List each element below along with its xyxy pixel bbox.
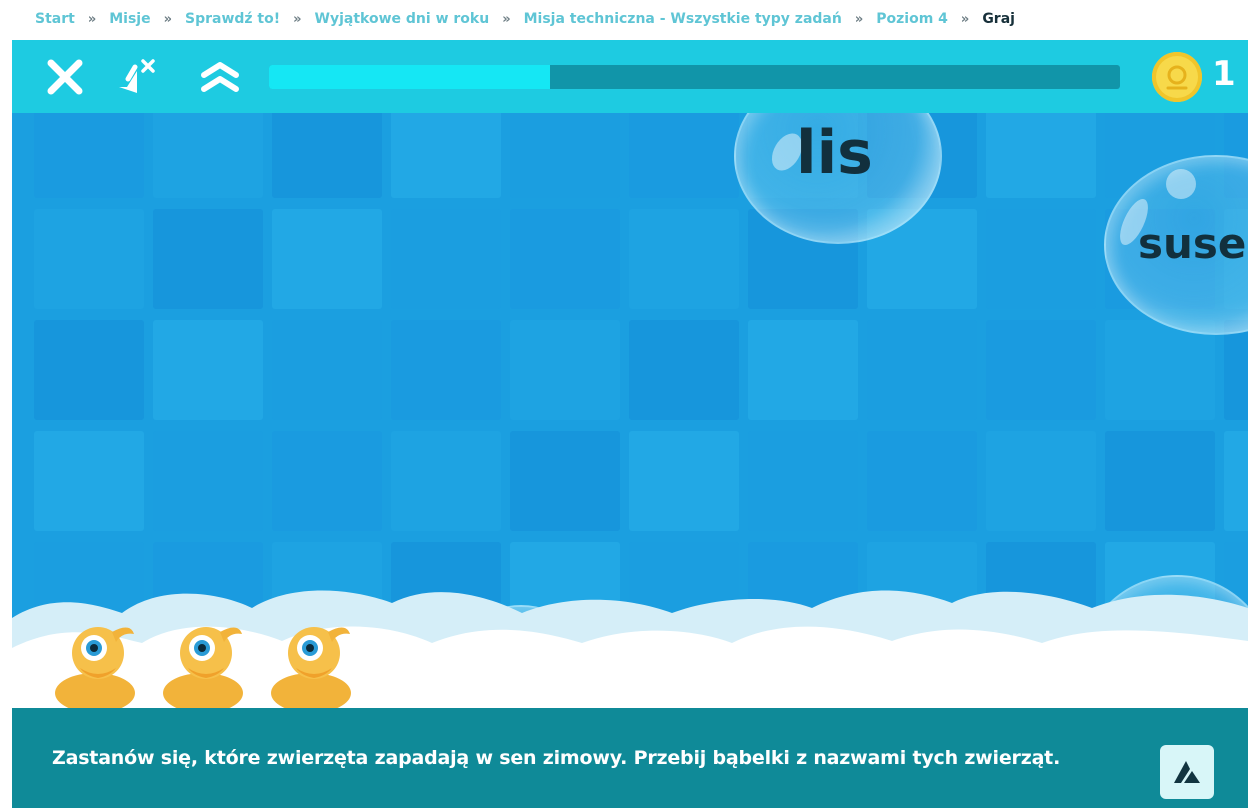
grid-tile — [867, 653, 977, 708]
breadcrumb-separator: » — [293, 11, 302, 27]
grid-tile — [1224, 320, 1248, 420]
grid-tile — [986, 113, 1096, 198]
breadcrumb-link-start[interactable]: Start — [35, 11, 75, 27]
grid-tile — [986, 542, 1096, 642]
grid-tile — [986, 431, 1096, 531]
progress-fill — [269, 65, 550, 89]
grid-tile — [391, 431, 501, 531]
breadcrumb-separator: » — [502, 11, 511, 27]
coin-count: 1 — [1212, 54, 1236, 94]
hint-icon — [1174, 761, 1200, 783]
grid-tile — [272, 431, 382, 531]
grid-tile — [272, 320, 382, 420]
grid-tile — [867, 320, 977, 420]
grid-tile — [629, 431, 739, 531]
coin-emblem-icon — [1166, 65, 1188, 90]
grid-tile — [34, 209, 144, 309]
instructions-bar: Zastanów się, które zwierzęta zapadają w… — [12, 708, 1248, 808]
breadcrumb: Start » Misje » Sprawdź to! » Wyjątkowe … — [0, 0, 1248, 38]
breadcrumb-link-missions[interactable]: Misje — [109, 11, 150, 27]
close-button[interactable] — [42, 54, 88, 100]
bubble-shine — [1166, 169, 1196, 199]
bubble-shine — [1152, 597, 1176, 621]
bubble-word: lis — [796, 118, 873, 188]
grid-tile — [986, 209, 1096, 309]
grid-tile — [1105, 431, 1215, 531]
game-toolbar: 1 — [12, 40, 1248, 113]
game-area: 1 lis suse Zastanów się, które zwierzęta… — [12, 40, 1248, 808]
breadcrumb-separator: » — [960, 11, 970, 27]
chevrons-up-icon — [201, 62, 239, 92]
grid-tile — [748, 320, 858, 420]
instructions-text: Zastanów się, które zwierzęta zapadają w… — [52, 747, 1061, 769]
duck-icon — [271, 627, 351, 708]
grid-tile — [391, 113, 501, 198]
grid-tile — [391, 209, 501, 309]
grid-tile — [34, 320, 144, 420]
grid-tile — [867, 542, 977, 642]
grid-tile — [510, 113, 620, 198]
grid-tile — [629, 320, 739, 420]
breadcrumb-current: Graj — [982, 11, 1015, 27]
breadcrumb-separator: » — [854, 11, 864, 27]
grid-tile — [629, 209, 739, 309]
grid-tile — [748, 542, 858, 642]
play-field: lis suse — [12, 113, 1248, 708]
bubble-word: suse — [1138, 219, 1247, 268]
grid-tile — [629, 542, 739, 642]
grid-tile — [1224, 431, 1248, 531]
grid-tile — [272, 113, 382, 198]
breadcrumb-separator: » — [87, 11, 97, 27]
breadcrumb-link-level[interactable]: Poziom 4 — [876, 11, 948, 27]
grid-tile — [510, 431, 620, 531]
breadcrumb-link-technical-mission[interactable]: Misja techniczna - Wszystkie typy zadań — [524, 11, 842, 27]
levels-button[interactable] — [197, 54, 243, 100]
grid-tile — [153, 209, 263, 309]
mute-button[interactable] — [114, 54, 160, 100]
sound-off-icon — [119, 59, 155, 93]
grid-tile — [391, 320, 501, 420]
duck-icon — [163, 627, 243, 708]
close-icon — [47, 59, 83, 95]
breadcrumb-separator: » — [163, 11, 172, 27]
grid-tile — [153, 320, 263, 420]
grid-tile — [510, 209, 620, 309]
grid-tile — [1105, 320, 1215, 420]
grid-tile — [34, 431, 144, 531]
hint-button[interactable] — [1160, 745, 1214, 799]
coin-icon — [1152, 52, 1202, 102]
grid-tile — [748, 431, 858, 531]
breadcrumb-link-special-days[interactable]: Wyjątkowe dni w roku — [315, 11, 490, 27]
progress-bar — [269, 65, 1120, 89]
grid-tile — [153, 113, 263, 198]
grid-tile — [867, 431, 977, 531]
grid-tile — [272, 209, 382, 309]
grid-tile — [629, 113, 739, 198]
grid-tile — [510, 320, 620, 420]
grid-tile — [986, 320, 1096, 420]
grid-tile — [153, 431, 263, 531]
breadcrumb-link-check[interactable]: Sprawdź to! — [185, 11, 280, 27]
duck-icon — [55, 627, 135, 708]
grid-tile — [34, 113, 144, 198]
grid-tile — [748, 653, 858, 708]
grid-tile — [629, 653, 739, 708]
